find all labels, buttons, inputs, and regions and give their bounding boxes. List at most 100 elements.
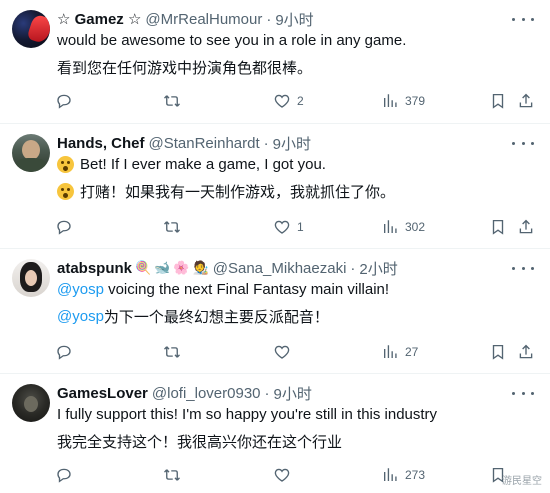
tweet-text-line: @yosp voicing the next Final Fantasy mai… bbox=[57, 281, 389, 298]
separator-dot: · bbox=[264, 384, 270, 402]
separator-dot: · bbox=[350, 259, 356, 277]
tweet-translation-line: @yosp 为下一个最终幻想主要反派配音！ bbox=[57, 306, 329, 327]
mention-link[interactable]: @yosp bbox=[57, 281, 104, 298]
tweet-header: GamesLover @lofi_lover0930 · 9小时 bbox=[57, 383, 312, 403]
separator-dot: · bbox=[266, 10, 272, 28]
user-handle[interactable]: @Sana_Mikhaezaki bbox=[213, 260, 347, 277]
tweet-text-line: Bet! If I ever make a game, I got you. bbox=[57, 156, 326, 173]
display-name[interactable]: Hands, Chef bbox=[57, 135, 145, 152]
tweet-text: voicing the next Final Fantasy main vill… bbox=[103, 281, 390, 298]
like-button[interactable]: 1 bbox=[273, 218, 304, 236]
share-icon bbox=[517, 218, 535, 236]
share-icon bbox=[517, 343, 535, 361]
views-icon bbox=[381, 343, 399, 361]
tweet-header: atabspunk 🍭 🐋 🌸 🧑‍🎨 @Sana_Mikhaezaki · 2… bbox=[57, 258, 398, 278]
timestamp[interactable]: 9小时 bbox=[273, 133, 311, 154]
views-count: 379 bbox=[405, 94, 426, 108]
retweet-button[interactable] bbox=[163, 218, 181, 236]
timestamp[interactable]: 2小时 bbox=[359, 258, 397, 279]
tweet-text-line: would be awesome to see you in a role in… bbox=[57, 32, 407, 49]
more-icon[interactable] bbox=[512, 261, 534, 275]
tweet-text: Bet! If I ever make a game, I got you. bbox=[80, 156, 326, 173]
action-bar: 27 bbox=[0, 343, 550, 363]
tweet[interactable]: ☆ Gamez ☆ @MrRealHumour · 9小时 would be a… bbox=[0, 0, 550, 124]
lollipop-badge-icon: 🍭 bbox=[135, 260, 152, 275]
tweet-translation-line: 看到您在任何游戏中扮演角色都很棒。 bbox=[57, 60, 313, 77]
action-bar: 1 302 bbox=[0, 218, 550, 238]
tweet-translation-line: 打赌！如果我有一天制作游戏，我就抓住了你。 bbox=[57, 181, 395, 202]
views-button[interactable]: 379 bbox=[381, 92, 425, 110]
more-icon[interactable] bbox=[512, 386, 534, 400]
avatar[interactable] bbox=[12, 134, 50, 172]
views-count: 27 bbox=[405, 345, 419, 359]
action-bar: 2 379 bbox=[0, 92, 550, 112]
like-button[interactable]: 2 bbox=[273, 92, 304, 110]
bookmark-button[interactable] bbox=[489, 92, 507, 110]
timestamp[interactable]: 9小时 bbox=[274, 383, 312, 404]
retweet-button[interactable] bbox=[163, 343, 181, 361]
retweet-icon bbox=[163, 343, 181, 361]
astonished-face-icon bbox=[57, 183, 74, 200]
views-button[interactable]: 27 bbox=[381, 343, 418, 361]
blossom-badge-icon: 🌸 bbox=[173, 260, 190, 275]
mention-link[interactable]: @yosp bbox=[57, 308, 104, 325]
timestamp[interactable]: 9小时 bbox=[275, 9, 313, 30]
share-icon bbox=[517, 92, 535, 110]
retweet-icon bbox=[163, 92, 181, 110]
retweet-button[interactable] bbox=[163, 466, 181, 484]
like-count: 2 bbox=[297, 94, 304, 108]
artist-badge-icon: 🧑‍🎨 bbox=[192, 260, 209, 275]
views-icon bbox=[381, 466, 399, 484]
reply-icon bbox=[55, 466, 73, 484]
retweet-button[interactable] bbox=[163, 92, 181, 110]
bookmark-icon bbox=[489, 218, 507, 236]
share-button[interactable] bbox=[517, 92, 535, 110]
display-name[interactable]: ☆ Gamez ☆ bbox=[57, 10, 141, 28]
views-button[interactable]: 302 bbox=[381, 218, 425, 236]
more-icon[interactable] bbox=[512, 136, 534, 150]
tweet-text-line: I fully support this! I'm so happy you'r… bbox=[57, 406, 438, 423]
bookmark-icon bbox=[489, 92, 507, 110]
views-button[interactable]: 273 bbox=[381, 466, 425, 484]
tweet[interactable]: Hands, Chef @StanReinhardt · 9小时 Bet! If… bbox=[0, 124, 550, 249]
reply-icon bbox=[55, 218, 73, 236]
tweet[interactable]: atabspunk 🍭 🐋 🌸 🧑‍🎨 @Sana_Mikhaezaki · 2… bbox=[0, 249, 550, 374]
tweet-header: Hands, Chef @StanReinhardt · 9小时 bbox=[57, 133, 311, 153]
avatar[interactable] bbox=[12, 10, 50, 48]
views-icon bbox=[381, 218, 399, 236]
tweet-header: ☆ Gamez ☆ @MrRealHumour · 9小时 bbox=[57, 9, 314, 29]
more-icon[interactable] bbox=[512, 12, 534, 26]
views-count: 302 bbox=[405, 220, 426, 234]
astonished-face-icon bbox=[57, 156, 74, 173]
user-handle[interactable]: @StanReinhardt bbox=[149, 135, 260, 152]
reply-button[interactable] bbox=[55, 466, 73, 484]
retweet-icon bbox=[163, 218, 181, 236]
reply-icon bbox=[55, 343, 73, 361]
views-icon bbox=[381, 92, 399, 110]
tweet[interactable]: GamesLover @lofi_lover0930 · 9小时 I fully… bbox=[0, 374, 550, 493]
user-handle[interactable]: @lofi_lover0930 bbox=[152, 385, 261, 402]
like-icon bbox=[273, 218, 291, 236]
bookmark-button[interactable] bbox=[489, 218, 507, 236]
like-icon bbox=[273, 343, 291, 361]
separator-dot: · bbox=[263, 134, 269, 152]
like-button[interactable] bbox=[273, 466, 291, 484]
reply-button[interactable] bbox=[55, 92, 73, 110]
whale-badge-icon: 🐋 bbox=[154, 260, 171, 275]
share-button[interactable] bbox=[517, 343, 535, 361]
display-name[interactable]: atabspunk bbox=[57, 260, 132, 277]
retweet-icon bbox=[163, 466, 181, 484]
like-icon bbox=[273, 466, 291, 484]
share-button[interactable] bbox=[517, 218, 535, 236]
bookmark-button[interactable] bbox=[489, 343, 507, 361]
watermark: 游民星空 bbox=[502, 476, 542, 487]
avatar[interactable] bbox=[12, 259, 50, 297]
reply-button[interactable] bbox=[55, 343, 73, 361]
avatar[interactable] bbox=[12, 384, 50, 422]
like-count: 1 bbox=[297, 220, 304, 234]
reply-button[interactable] bbox=[55, 218, 73, 236]
user-handle[interactable]: @MrRealHumour bbox=[145, 11, 262, 28]
tweet-translation-line: 我完全支持这个！我很高兴你还在这个行业 bbox=[57, 434, 343, 451]
display-name[interactable]: GamesLover bbox=[57, 385, 148, 402]
like-button[interactable] bbox=[273, 343, 291, 361]
